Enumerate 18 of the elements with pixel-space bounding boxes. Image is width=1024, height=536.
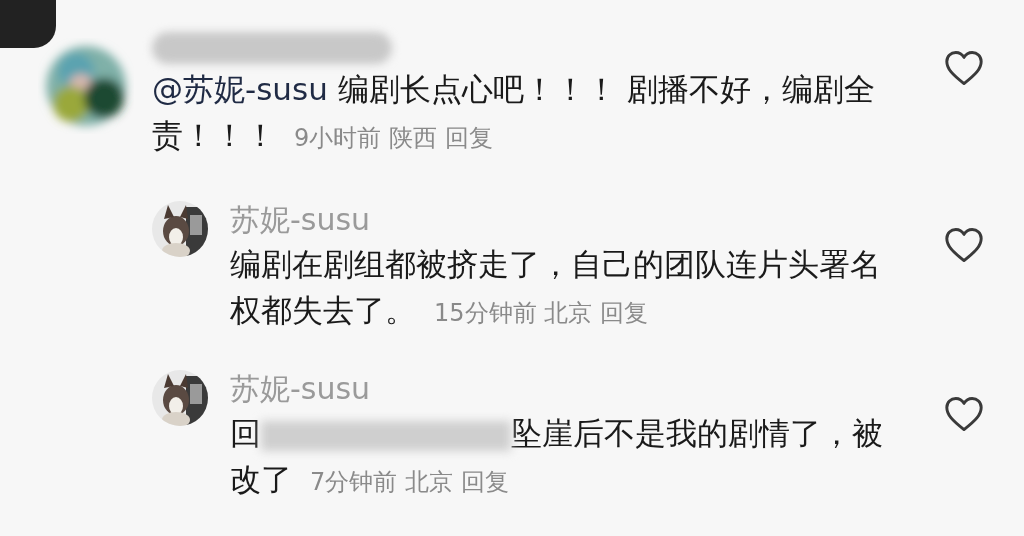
user-name[interactable]: 苏妮-susu bbox=[230, 370, 895, 408]
heart-icon[interactable] bbox=[944, 396, 984, 432]
heart-icon[interactable] bbox=[944, 227, 984, 263]
reply-link[interactable]: 回复 bbox=[599, 299, 648, 327]
user-name[interactable]: 苏妮-susu bbox=[230, 201, 895, 239]
comment-text: 回 坠崖后不是我的剧情了，被改了 7分钟前 北京 回复 bbox=[230, 414, 884, 499]
mention-link[interactable]: @苏妮-susu bbox=[152, 71, 328, 107]
comment-text: @苏妮-susu 编剧长点心吧！！！ 剧播不好，编剧全责！！！ 9小时前 陕西 回复 bbox=[152, 70, 876, 155]
comment-location: 北京 bbox=[544, 299, 593, 327]
heart-icon[interactable] bbox=[944, 50, 984, 86]
comment-time: 15分钟前 bbox=[434, 299, 537, 327]
comment-time: 7分钟前 bbox=[310, 468, 398, 496]
reply-link[interactable]: 回复 bbox=[460, 468, 509, 496]
comment-text: 编剧在剧组都被挤走了，自己的团队连片头署名权都失去了。 15分钟前 北京 回复 bbox=[230, 245, 882, 330]
comment-location: 陕西 bbox=[388, 124, 437, 152]
comment-time: 9小时前 bbox=[294, 124, 382, 152]
reply-link[interactable]: 回复 bbox=[444, 124, 493, 152]
comment-location: 北京 bbox=[404, 468, 453, 496]
